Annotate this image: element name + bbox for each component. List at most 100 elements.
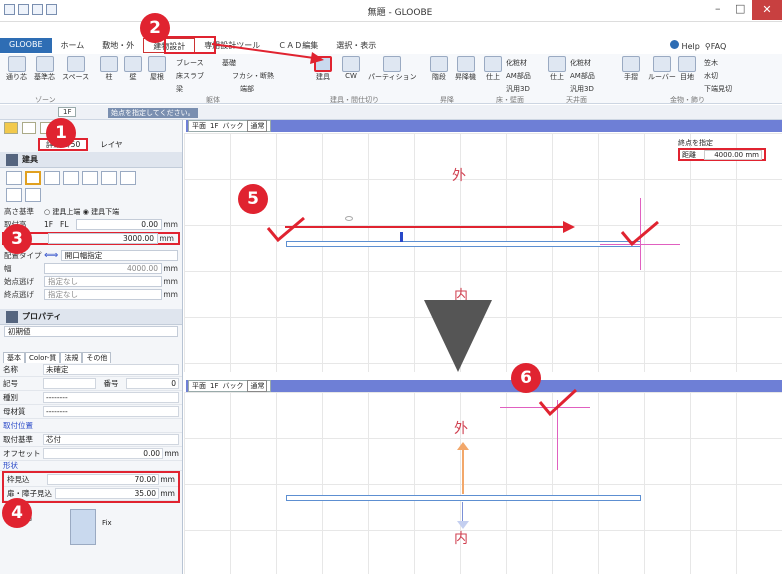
end-offset-input[interactable]: 指定なし [44,289,162,300]
shape-rect-icon[interactable] [63,171,79,185]
mount-ref-select[interactable]: 芯付 [43,434,179,445]
gridline-icon [7,56,26,72]
brace-button[interactable]: ブレース [176,58,204,68]
back-tab[interactable]: バック [222,121,243,131]
shape-l-icon[interactable] [6,171,22,185]
opening-height-input[interactable]: 3000.00 [48,233,158,244]
partition-button[interactable]: パーティション [368,56,417,82]
back-tab-2[interactable]: バック [222,381,243,391]
column-button[interactable]: 柱 [100,56,118,82]
tab-gloobe[interactable]: GLOOBE [0,38,52,53]
offset-input[interactable]: 0.00 [43,448,163,459]
generic-3d-button-2[interactable]: 汎用3D [570,84,594,94]
sash-depth-input[interactable]: 35.00 [55,488,159,499]
open-icon[interactable] [32,4,43,15]
floor-tab-2[interactable]: 1F [210,382,218,390]
flashing-button[interactable]: 水切 [704,71,718,81]
base-line-button[interactable]: 基準芯 [34,56,55,82]
layout-type-select[interactable]: 開口幅指定 [60,250,178,261]
quick-access-toolbar[interactable] [4,4,57,15]
mount-position-heading: 取付位置 [0,419,182,433]
frame-depth-input[interactable]: 70.00 [47,474,159,485]
elevator-button[interactable]: 昇降機 [455,56,476,82]
draw-mode-icon[interactable] [4,122,18,134]
slab-button[interactable]: 床スラブ [176,71,204,81]
plan-canvas-bottom[interactable] [184,392,782,574]
louver-button[interactable]: ルーバー [648,56,676,82]
cosmetic-button[interactable]: 化粧材 [506,58,527,68]
property-preset-select[interactable]: 初期値 [4,326,178,337]
am-parts-button-2[interactable]: AM部品 [570,71,595,81]
beam-button[interactable]: 梁 [176,84,183,94]
symbol-input[interactable] [43,378,96,389]
layer-button[interactable]: レイヤ [100,139,122,150]
save-icon[interactable] [46,4,57,15]
tab-site[interactable]: 敷地・外 [93,38,143,53]
am-parts-button[interactable]: AM部品 [506,71,531,81]
window-title: 無題 - GLOOBE [367,8,433,18]
arrow-head-up [457,442,469,450]
insulation-button[interactable]: フカシ・断熱 [232,71,274,81]
floor-tab[interactable]: 1F [210,122,218,130]
tab-law[interactable]: 法規 [60,352,83,363]
distance-input[interactable]: 4000.00 mm [704,149,762,160]
shape-line-icon[interactable] [25,171,41,185]
plan-tab-2[interactable]: 平面 [192,381,206,391]
mode-tab-2[interactable]: 通常 [247,380,268,392]
faq-link[interactable]: FAQ [711,42,727,51]
help-link[interactable]: Help [682,42,700,51]
bottom-trim-button[interactable]: 下端見切 [704,84,732,94]
section-preview[interactable] [70,509,96,545]
mode-tab[interactable]: 通常 [247,120,268,132]
handrail-button[interactable]: 手摺 [622,56,640,82]
placed-fitting[interactable] [286,495,641,501]
shape-box-icon[interactable] [101,171,117,185]
generic-3d-button[interactable]: 汎用3D [506,84,530,94]
help-icon[interactable] [670,40,679,49]
curtain-wall-button[interactable]: CW [342,56,360,80]
floor-selector[interactable]: 1F [58,107,77,117]
shape-arc-icon[interactable] [25,188,41,202]
cosmetic-button-2[interactable]: 化粧材 [570,58,591,68]
close-button[interactable]: ✕ [752,0,782,20]
maximize-button[interactable]: □ [735,2,745,15]
tab-basic[interactable]: 基本 [3,352,25,363]
line-mode-icon[interactable] [22,122,36,134]
shape-slash-icon[interactable] [6,188,22,202]
mount-height-input[interactable]: 0.00 [76,219,162,230]
floor-finish-button[interactable]: 仕上 [484,56,502,82]
check-mark-5 [266,216,305,243]
space-icon [66,56,85,72]
shape-grid-icon[interactable] [120,171,136,185]
end-button[interactable]: 端部 [240,84,254,94]
coping-button[interactable]: 笠木 [704,58,718,68]
down-triangle [424,300,492,372]
property-icon [6,310,18,323]
type-select[interactable]: -------- [43,392,179,403]
new-icon[interactable] [18,4,29,15]
height-base-radio-bottom[interactable]: ◉ 建具下端 [83,207,119,217]
material-select[interactable]: -------- [43,406,179,417]
number-input[interactable]: 0 [126,378,179,389]
wall-button[interactable]: 壁 [124,56,142,82]
shape-step-icon[interactable] [44,171,60,185]
shape-diag-icon[interactable] [82,171,98,185]
tab-other[interactable]: その他 [82,352,112,363]
space-button[interactable]: スペース [62,56,89,82]
stairs-button[interactable]: 階段 [430,56,448,82]
plan-tab[interactable]: 平面 [192,121,206,131]
tab-color[interactable]: Color-質 [25,352,61,363]
ceiling-finish-button[interactable]: 仕上 [548,56,566,82]
height-base-radio-top[interactable]: ○ 建具上端 [44,207,80,217]
start-offset-input[interactable]: 指定なし [44,276,162,287]
tab-select-display[interactable]: 選択・表示 [327,38,385,53]
roof-button[interactable]: 屋根 [148,56,166,82]
fitting-section-header[interactable]: 建具 [0,152,182,168]
gridline-button[interactable]: 通り芯 [6,56,27,82]
name-input[interactable]: 未確定 [43,364,179,375]
property-section-header[interactable]: プロパティ [0,309,182,325]
width-input[interactable]: 4000.00 [44,263,162,274]
minimize-button[interactable]: – [715,2,721,15]
tab-home[interactable]: ホーム [52,38,94,53]
joint-button[interactable]: 目地 [678,56,696,82]
